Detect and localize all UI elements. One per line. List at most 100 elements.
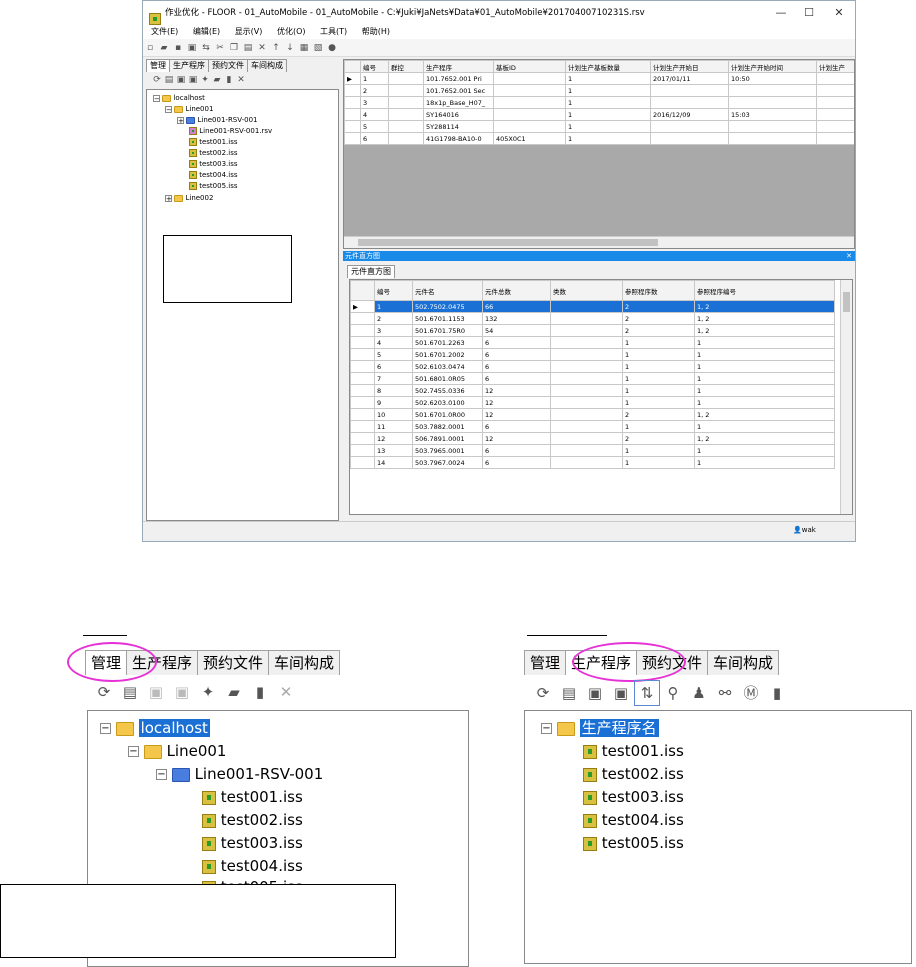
table-cell[interactable]: 7 xyxy=(374,372,413,385)
table-cell[interactable] xyxy=(550,384,623,397)
table-cell[interactable]: 1 xyxy=(565,120,651,133)
table-row[interactable]: 6 502.6103.0474 6 1 1 xyxy=(350,360,835,373)
menu-edit[interactable]: 编辑(E) xyxy=(193,27,220,36)
tree-node-test001[interactable]: test001.iss xyxy=(202,786,303,808)
table-cell[interactable] xyxy=(816,72,854,85)
table-cell[interactable]: 2 xyxy=(622,324,695,337)
tree-node-test003[interactable]: test003.iss xyxy=(583,786,684,808)
table-cell[interactable]: 12 xyxy=(482,432,551,445)
table-cell[interactable] xyxy=(493,120,566,133)
new-folder-icon[interactable]: ▰ xyxy=(211,73,223,87)
table-cell[interactable]: 6 xyxy=(482,348,551,361)
refresh-icon[interactable]: ⟳ xyxy=(530,681,556,705)
export-icon[interactable]: ▣ xyxy=(187,73,199,87)
table-cell[interactable]: 1 xyxy=(694,396,835,409)
new-folder-icon[interactable]: ▰ xyxy=(221,680,247,704)
col-header[interactable]: 类数 xyxy=(550,280,623,301)
print-icon[interactable]: ▣ xyxy=(185,39,199,57)
table-cell[interactable]: 5Y288114 xyxy=(423,120,494,133)
table-cell[interactable]: 9 xyxy=(374,396,413,409)
row-selector[interactable] xyxy=(350,348,375,361)
table-cell[interactable]: 1 xyxy=(374,300,413,313)
rename-icon[interactable]: ▮ xyxy=(247,680,273,704)
table-cell[interactable]: 1 xyxy=(565,96,651,109)
import-icon[interactable]: ▣ xyxy=(582,681,608,705)
row-selector[interactable] xyxy=(344,132,361,145)
table-cell[interactable]: 6 xyxy=(482,456,551,469)
table-cell[interactable] xyxy=(816,132,854,145)
table-cell[interactable] xyxy=(550,300,623,313)
table-cell[interactable] xyxy=(550,420,623,433)
open-icon[interactable]: ▰ xyxy=(157,39,171,57)
table-cell[interactable]: 1 xyxy=(694,456,835,469)
row-selector[interactable] xyxy=(350,432,375,445)
table-cell[interactable]: 506.7891.0001 xyxy=(412,432,483,445)
table-cell[interactable]: 1 xyxy=(622,372,695,385)
table-cell[interactable]: 3 xyxy=(374,324,413,337)
save-icon[interactable]: ▪ xyxy=(171,39,185,57)
tree-node-rsv-file[interactable]: Line001-RSV-001.rsv xyxy=(189,127,272,135)
table-row[interactable]: 14 503.7967.0024 6 1 1 xyxy=(350,456,835,469)
table-cell[interactable]: 54 xyxy=(482,324,551,337)
properties-icon[interactable]: ▤ xyxy=(163,73,175,87)
import-icon[interactable]: ▣ xyxy=(175,73,187,87)
table-cell[interactable]: 1 xyxy=(622,384,695,397)
col-header[interactable]: 计划生产开始时间 xyxy=(728,60,817,73)
tree-node-localhost[interactable]: − localhost xyxy=(100,717,210,739)
new-icon[interactable]: ▫ xyxy=(143,39,157,57)
table-cell[interactable]: 1, 2 xyxy=(694,312,835,325)
tree-node-test005[interactable]: test005.iss xyxy=(583,832,684,854)
tab-floor[interactable]: 车间构成 xyxy=(268,650,341,675)
maximize-button[interactable]: ☐ xyxy=(795,1,823,25)
col-header[interactable]: 参照程序数 xyxy=(622,280,695,301)
table-cell[interactable]: 2017/01/11 xyxy=(650,72,729,85)
table-cell[interactable]: 1 xyxy=(694,420,835,433)
rename-icon[interactable]: ▮ xyxy=(223,73,235,87)
table-cell[interactable]: 13 xyxy=(374,444,413,457)
export-icon[interactable]: ▣ xyxy=(169,680,195,704)
table-cell[interactable]: 10 xyxy=(374,408,413,421)
table-cell[interactable]: 503.7965.0001 xyxy=(412,444,483,457)
row-selector[interactable]: ▶ xyxy=(350,300,375,313)
col-header[interactable]: 计划生产基板数量 xyxy=(565,60,651,73)
table-cell[interactable]: 2 xyxy=(622,408,695,421)
table-cell[interactable]: 6 xyxy=(482,420,551,433)
table-cell[interactable] xyxy=(493,108,566,121)
table-cell[interactable] xyxy=(493,84,566,97)
table-cell[interactable]: 4 xyxy=(360,108,389,121)
row-selector[interactable]: ▶ xyxy=(344,72,361,85)
table-cell[interactable]: 6 xyxy=(482,360,551,373)
col-header[interactable]: 元件名 xyxy=(412,280,483,301)
row-selector[interactable] xyxy=(344,120,361,133)
tree-node-test003[interactable]: test003.iss xyxy=(189,160,238,168)
tree-node-test001[interactable]: test001.iss xyxy=(583,740,684,762)
table-cell[interactable]: 1, 2 xyxy=(694,324,835,337)
row-selector[interactable] xyxy=(344,84,361,97)
tree-node-line001[interactable]: − Line001 xyxy=(128,740,226,762)
col-header[interactable]: 计划生产 xyxy=(816,60,854,73)
table-cell[interactable]: 2 xyxy=(622,312,695,325)
table-cell[interactable] xyxy=(550,408,623,421)
table-cell[interactable]: 1 xyxy=(360,72,389,85)
row-selector[interactable] xyxy=(350,336,375,349)
table-row[interactable]: ▶ 1 101.7652.001 Pri 1 2017/01/11 10:50 xyxy=(344,72,854,85)
optimize2-icon[interactable]: ▧ xyxy=(311,39,325,57)
up-icon[interactable]: ↑ xyxy=(269,39,283,57)
horizontal-scrollbar[interactable] xyxy=(344,236,854,248)
table-cell[interactable]: 1 xyxy=(694,384,835,397)
col-header[interactable]: 元件总数 xyxy=(482,280,551,301)
table-cell[interactable]: 2 xyxy=(622,300,695,313)
table-cell[interactable] xyxy=(493,72,566,85)
table-cell[interactable]: 1, 2 xyxy=(694,432,835,445)
delete-icon[interactable]: ✕ xyxy=(273,680,299,704)
tab-manage[interactable]: 管理 xyxy=(524,650,567,675)
table-cell[interactable]: 6 xyxy=(482,444,551,457)
row-selector[interactable] xyxy=(350,324,375,337)
table-cell[interactable]: 502.6203.0100 xyxy=(412,396,483,409)
tree-node-test002[interactable]: test002.iss xyxy=(583,763,684,785)
col-header[interactable]: 计划生产开始日 xyxy=(650,60,729,73)
table-cell[interactable]: 501.6701.2263 xyxy=(412,336,483,349)
table-cell[interactable] xyxy=(650,120,729,133)
delete-icon[interactable]: ✕ xyxy=(255,39,269,57)
table-cell[interactable]: 12 xyxy=(482,384,551,397)
